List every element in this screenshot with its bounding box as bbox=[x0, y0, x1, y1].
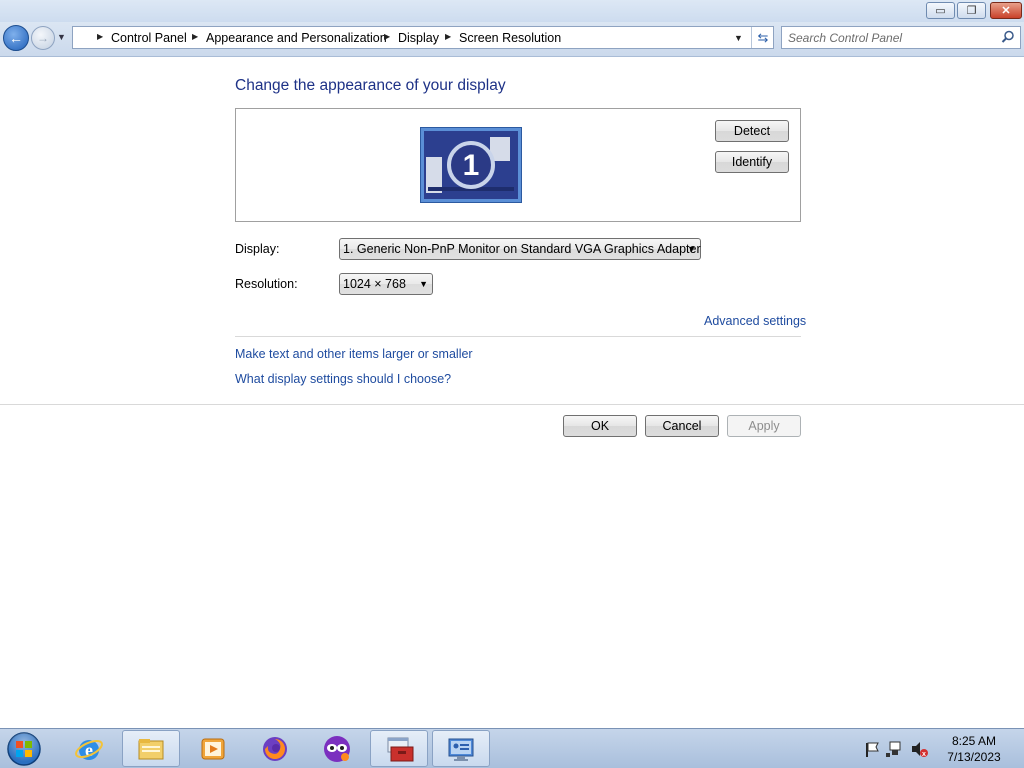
taskbar-file-explorer[interactable] bbox=[122, 730, 180, 767]
taskbar-masked-app[interactable] bbox=[308, 730, 366, 767]
toolbox-app-icon bbox=[387, 737, 414, 761]
close-button[interactable]: ✕ bbox=[990, 2, 1022, 19]
masked-app-icon bbox=[324, 735, 350, 762]
text-size-link[interactable]: Make text and other items larger or smal… bbox=[235, 347, 473, 361]
action-center-flag-icon bbox=[866, 742, 879, 757]
chevron-right-icon[interactable]: ▶ bbox=[97, 32, 103, 41]
refresh-icon: ⇆ bbox=[757, 29, 769, 45]
navigation-bar: ← → ▼ ▶ Control Panel ▶ Appearance and P… bbox=[0, 22, 1024, 57]
back-arrow-icon: ← bbox=[9, 30, 23, 46]
taskbar: e x 8:25 AM 7/13/2023 bbox=[0, 728, 1024, 768]
minimize-icon: ▭ bbox=[935, 5, 946, 17]
display-settings-help-link[interactable]: What display settings should I choose? bbox=[235, 372, 451, 386]
address-bar[interactable]: ▶ Control Panel ▶ Appearance and Persona… bbox=[72, 26, 774, 49]
search-icon[interactable] bbox=[1001, 30, 1015, 44]
chevron-down-icon: ▼ bbox=[419, 279, 428, 289]
taskbar-clock[interactable]: 8:25 AM 7/13/2023 bbox=[930, 733, 1018, 765]
firefox-icon bbox=[263, 736, 287, 761]
breadcrumb-display[interactable]: Display bbox=[398, 31, 439, 45]
identify-button[interactable]: Identify bbox=[715, 151, 789, 173]
page-title: Change the appearance of your display bbox=[235, 77, 506, 94]
system-tray: x bbox=[866, 741, 928, 758]
chevron-right-icon[interactable]: ▶ bbox=[445, 32, 451, 41]
media-player-icon bbox=[201, 738, 225, 759]
monitor-1-icon[interactable]: 1 bbox=[420, 127, 522, 203]
breadcrumb-control-panel[interactable]: Control Panel bbox=[111, 31, 187, 45]
resolution-select-value: 1024 × 768 bbox=[343, 277, 406, 291]
file-explorer-icon bbox=[138, 738, 164, 759]
detect-button[interactable]: Detect bbox=[715, 120, 789, 142]
restore-icon: ❐ bbox=[966, 5, 977, 17]
display-label: Display: bbox=[235, 242, 280, 256]
breadcrumb-appearance[interactable]: Appearance and Personalization bbox=[206, 31, 387, 45]
breadcrumb-screen-resolution[interactable]: Screen Resolution bbox=[459, 31, 561, 45]
minimize-button[interactable]: ▭ bbox=[926, 2, 955, 19]
search-input[interactable] bbox=[788, 30, 993, 45]
taskbar-internet-explorer[interactable]: e bbox=[60, 730, 118, 767]
resolution-label: Resolution: bbox=[235, 277, 298, 291]
forward-arrow-icon: → bbox=[37, 31, 49, 45]
clock-time: 8:25 AM bbox=[951, 734, 997, 748]
window-title-bar: ▭ ❐ ✕ bbox=[0, 0, 1024, 22]
windows-start-icon[interactable] bbox=[5, 731, 43, 767]
advanced-settings-link[interactable]: Advanced settings bbox=[704, 314, 806, 328]
taskbar-control-panel[interactable] bbox=[432, 730, 490, 767]
internet-explorer-icon: e bbox=[75, 739, 103, 760]
cancel-button[interactable]: Cancel bbox=[645, 415, 719, 437]
divider bbox=[0, 404, 1024, 405]
taskbar-toolbox-app[interactable] bbox=[370, 730, 428, 767]
chevron-down-icon: ▼ bbox=[687, 244, 696, 254]
close-icon: ✕ bbox=[1001, 5, 1011, 17]
address-dropdown-icon[interactable]: ▼ bbox=[734, 33, 743, 43]
display-select-value: 1. Generic Non-PnP Monitor on Standard V… bbox=[343, 242, 701, 256]
taskbar-media-player[interactable] bbox=[184, 730, 242, 767]
divider bbox=[235, 336, 801, 337]
taskbar-firefox[interactable] bbox=[246, 730, 304, 767]
display-select[interactable]: 1. Generic Non-PnP Monitor on Standard V… bbox=[339, 238, 701, 260]
forward-button[interactable]: → bbox=[31, 26, 55, 50]
chevron-right-icon[interactable]: ▶ bbox=[192, 32, 198, 41]
refresh-button[interactable]: ⇆ bbox=[751, 27, 774, 48]
search-box[interactable] bbox=[781, 26, 1021, 49]
ok-button[interactable]: OK bbox=[563, 415, 637, 437]
monitor-number: 1 bbox=[463, 149, 480, 182]
svg-text:x: x bbox=[922, 751, 926, 758]
back-button[interactable]: ← bbox=[3, 25, 29, 51]
restore-button[interactable]: ❐ bbox=[957, 2, 986, 19]
network-icon bbox=[886, 741, 901, 757]
volume-muted-icon: x bbox=[912, 742, 928, 758]
clock-date: 7/13/2023 bbox=[947, 750, 1001, 764]
apply-button[interactable]: Apply bbox=[727, 415, 801, 437]
chevron-right-icon[interactable]: ▶ bbox=[384, 32, 390, 41]
resolution-select[interactable]: 1024 × 768 ▼ bbox=[339, 273, 433, 295]
recent-pages-dropdown[interactable]: ▼ bbox=[57, 32, 66, 42]
display-preview-panel: 1 Detect Identify bbox=[235, 108, 801, 222]
control-panel-icon bbox=[448, 738, 474, 761]
